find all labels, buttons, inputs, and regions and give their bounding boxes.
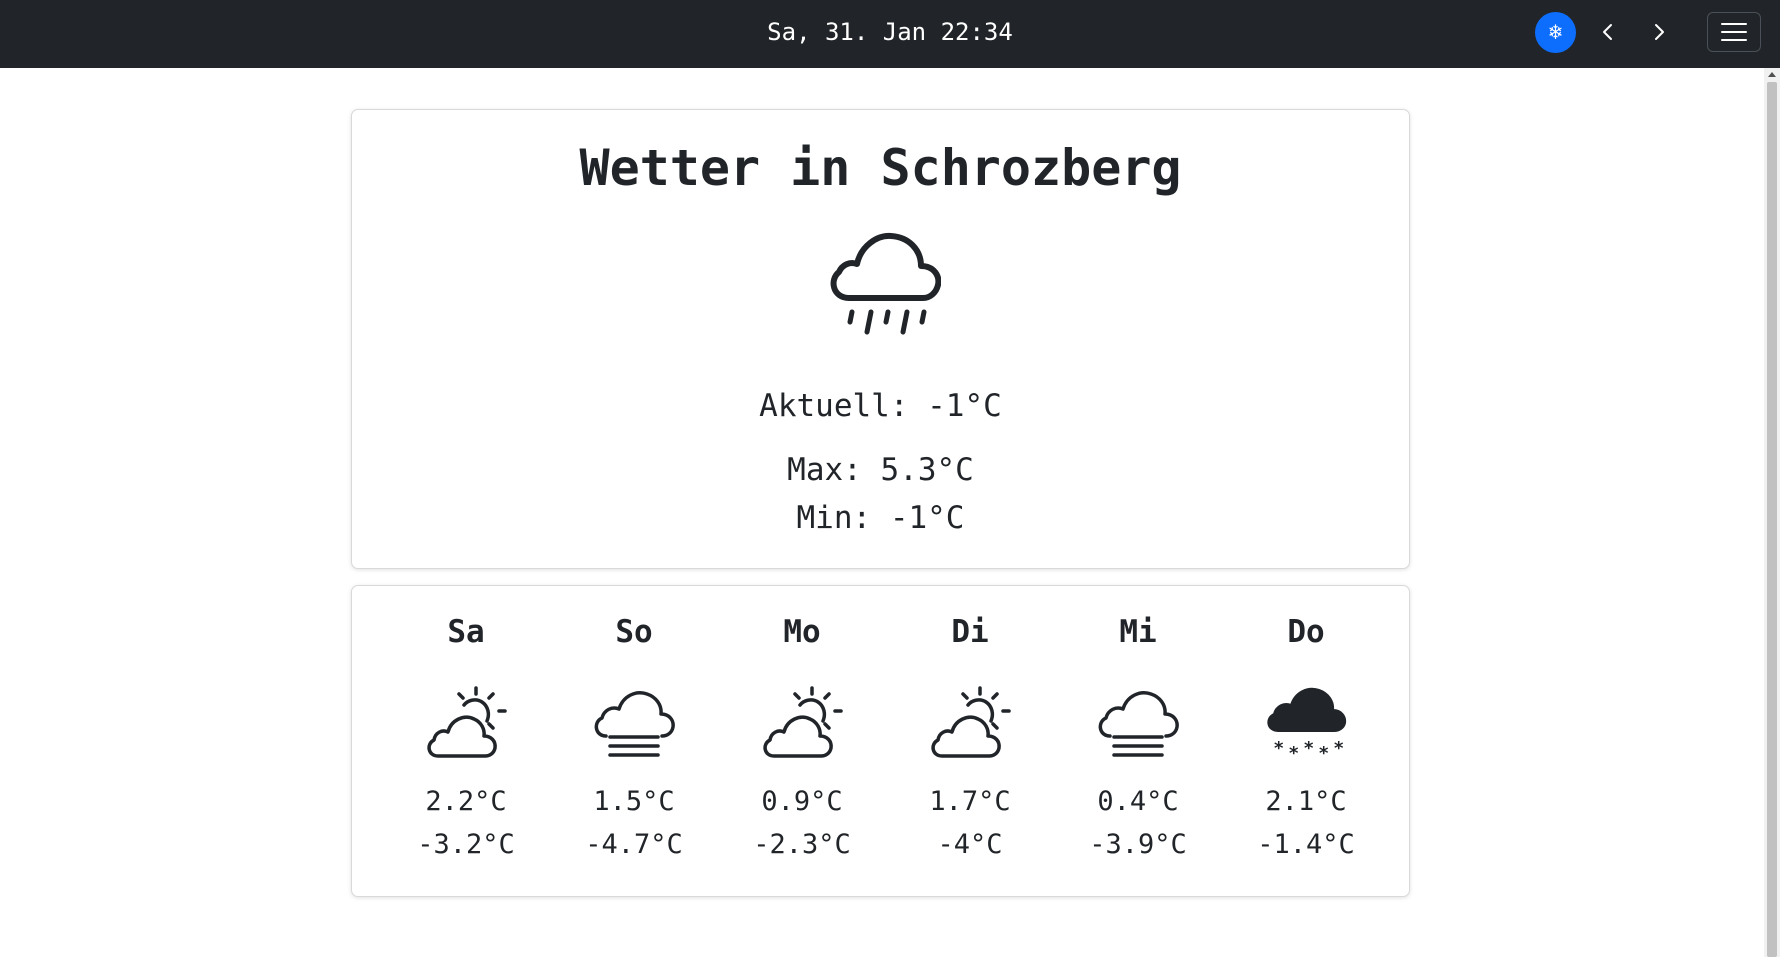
hamburger-menu-icon <box>1721 23 1747 41</box>
svg-text:*: * <box>1304 738 1314 759</box>
cloud-sun-icon <box>427 686 507 758</box>
date-time-display: Sa, 31. Jan 22:34 <box>767 18 1013 46</box>
forecast-day-name: Do <box>1287 614 1325 650</box>
forecast-day: Sa 2.2°C -3.2°C <box>382 586 550 886</box>
menu-toggle-button[interactable] <box>1707 12 1761 52</box>
top-navbar: Sa, 31. Jan 22:34 ❄ <box>0 0 1780 68</box>
forecast-min: -4°C <box>937 829 1003 860</box>
forecast-day: Mi 0.4°C -3.9°C <box>1054 586 1222 886</box>
forecast-max: 0.9°C <box>761 786 843 817</box>
forecast-day-name: Mi <box>1119 614 1157 650</box>
forecast-day: Di 1.7°C -4°C <box>886 586 1054 886</box>
current-weather-card: Wetter in Schrozberg Aktuell: -1°C Max: … <box>351 109 1410 569</box>
svg-text:*: * <box>1334 738 1344 759</box>
cloud-sun-icon <box>763 686 843 758</box>
forecast-max: 1.5°C <box>593 786 675 817</box>
forecast-day-name: Di <box>951 614 989 650</box>
previous-button[interactable] <box>1588 12 1628 52</box>
svg-text:*: * <box>1319 743 1329 762</box>
forecast-day-name: Sa <box>447 614 485 650</box>
next-button[interactable] <box>1639 12 1679 52</box>
forecast-min: -1.4°C <box>1257 829 1355 860</box>
forecast-day: So 1.5°C -4.7°C <box>550 586 718 886</box>
cloud-fog-icon <box>594 691 675 757</box>
forecast-max: 2.2°C <box>425 786 507 817</box>
forecast-card: Sa 2.2°C -3.2°C So 1.5°C -4.7°C Mo 0.9°C… <box>351 585 1410 897</box>
svg-text:*: * <box>1289 743 1299 762</box>
cloud-rain-icon <box>830 232 941 335</box>
forecast-min: -3.2°C <box>417 829 515 860</box>
forecast-min: -3.9°C <box>1089 829 1187 860</box>
page-scrollbar[interactable] <box>1764 68 1780 957</box>
current-temperature: Aktuell: -1°C <box>759 388 1002 424</box>
forecast-day: Mo 0.9°C -2.3°C <box>718 586 886 886</box>
max-temperature: Max: 5.3°C <box>787 452 974 488</box>
svg-text:*: * <box>1274 738 1284 759</box>
scroll-up-arrow-icon[interactable] <box>1768 72 1776 77</box>
forecast-day: Do * * * * * 2.1°C -1.4°C <box>1222 586 1390 886</box>
chevron-right-icon <box>1655 24 1664 40</box>
forecast-day-name: Mo <box>783 614 821 650</box>
scrollbar-thumb[interactable] <box>1767 82 1777 957</box>
forecast-max: 1.7°C <box>929 786 1011 817</box>
forecast-min: -2.3°C <box>753 829 851 860</box>
chevron-left-icon <box>1603 24 1612 40</box>
min-temperature: Min: -1°C <box>796 500 965 536</box>
forecast-day-name: So <box>615 614 653 650</box>
forecast-max: 2.1°C <box>1265 786 1347 817</box>
page-title: Wetter in Schrozberg <box>579 139 1182 197</box>
forecast-min: -4.7°C <box>585 829 683 860</box>
cloud-snow-icon: * * * * * <box>1267 687 1347 762</box>
cloud-fog-icon <box>1098 691 1179 757</box>
cloud-sun-icon <box>931 686 1011 758</box>
forecast-max: 0.4°C <box>1097 786 1179 817</box>
snowflake-button[interactable]: ❄ <box>1535 12 1576 53</box>
